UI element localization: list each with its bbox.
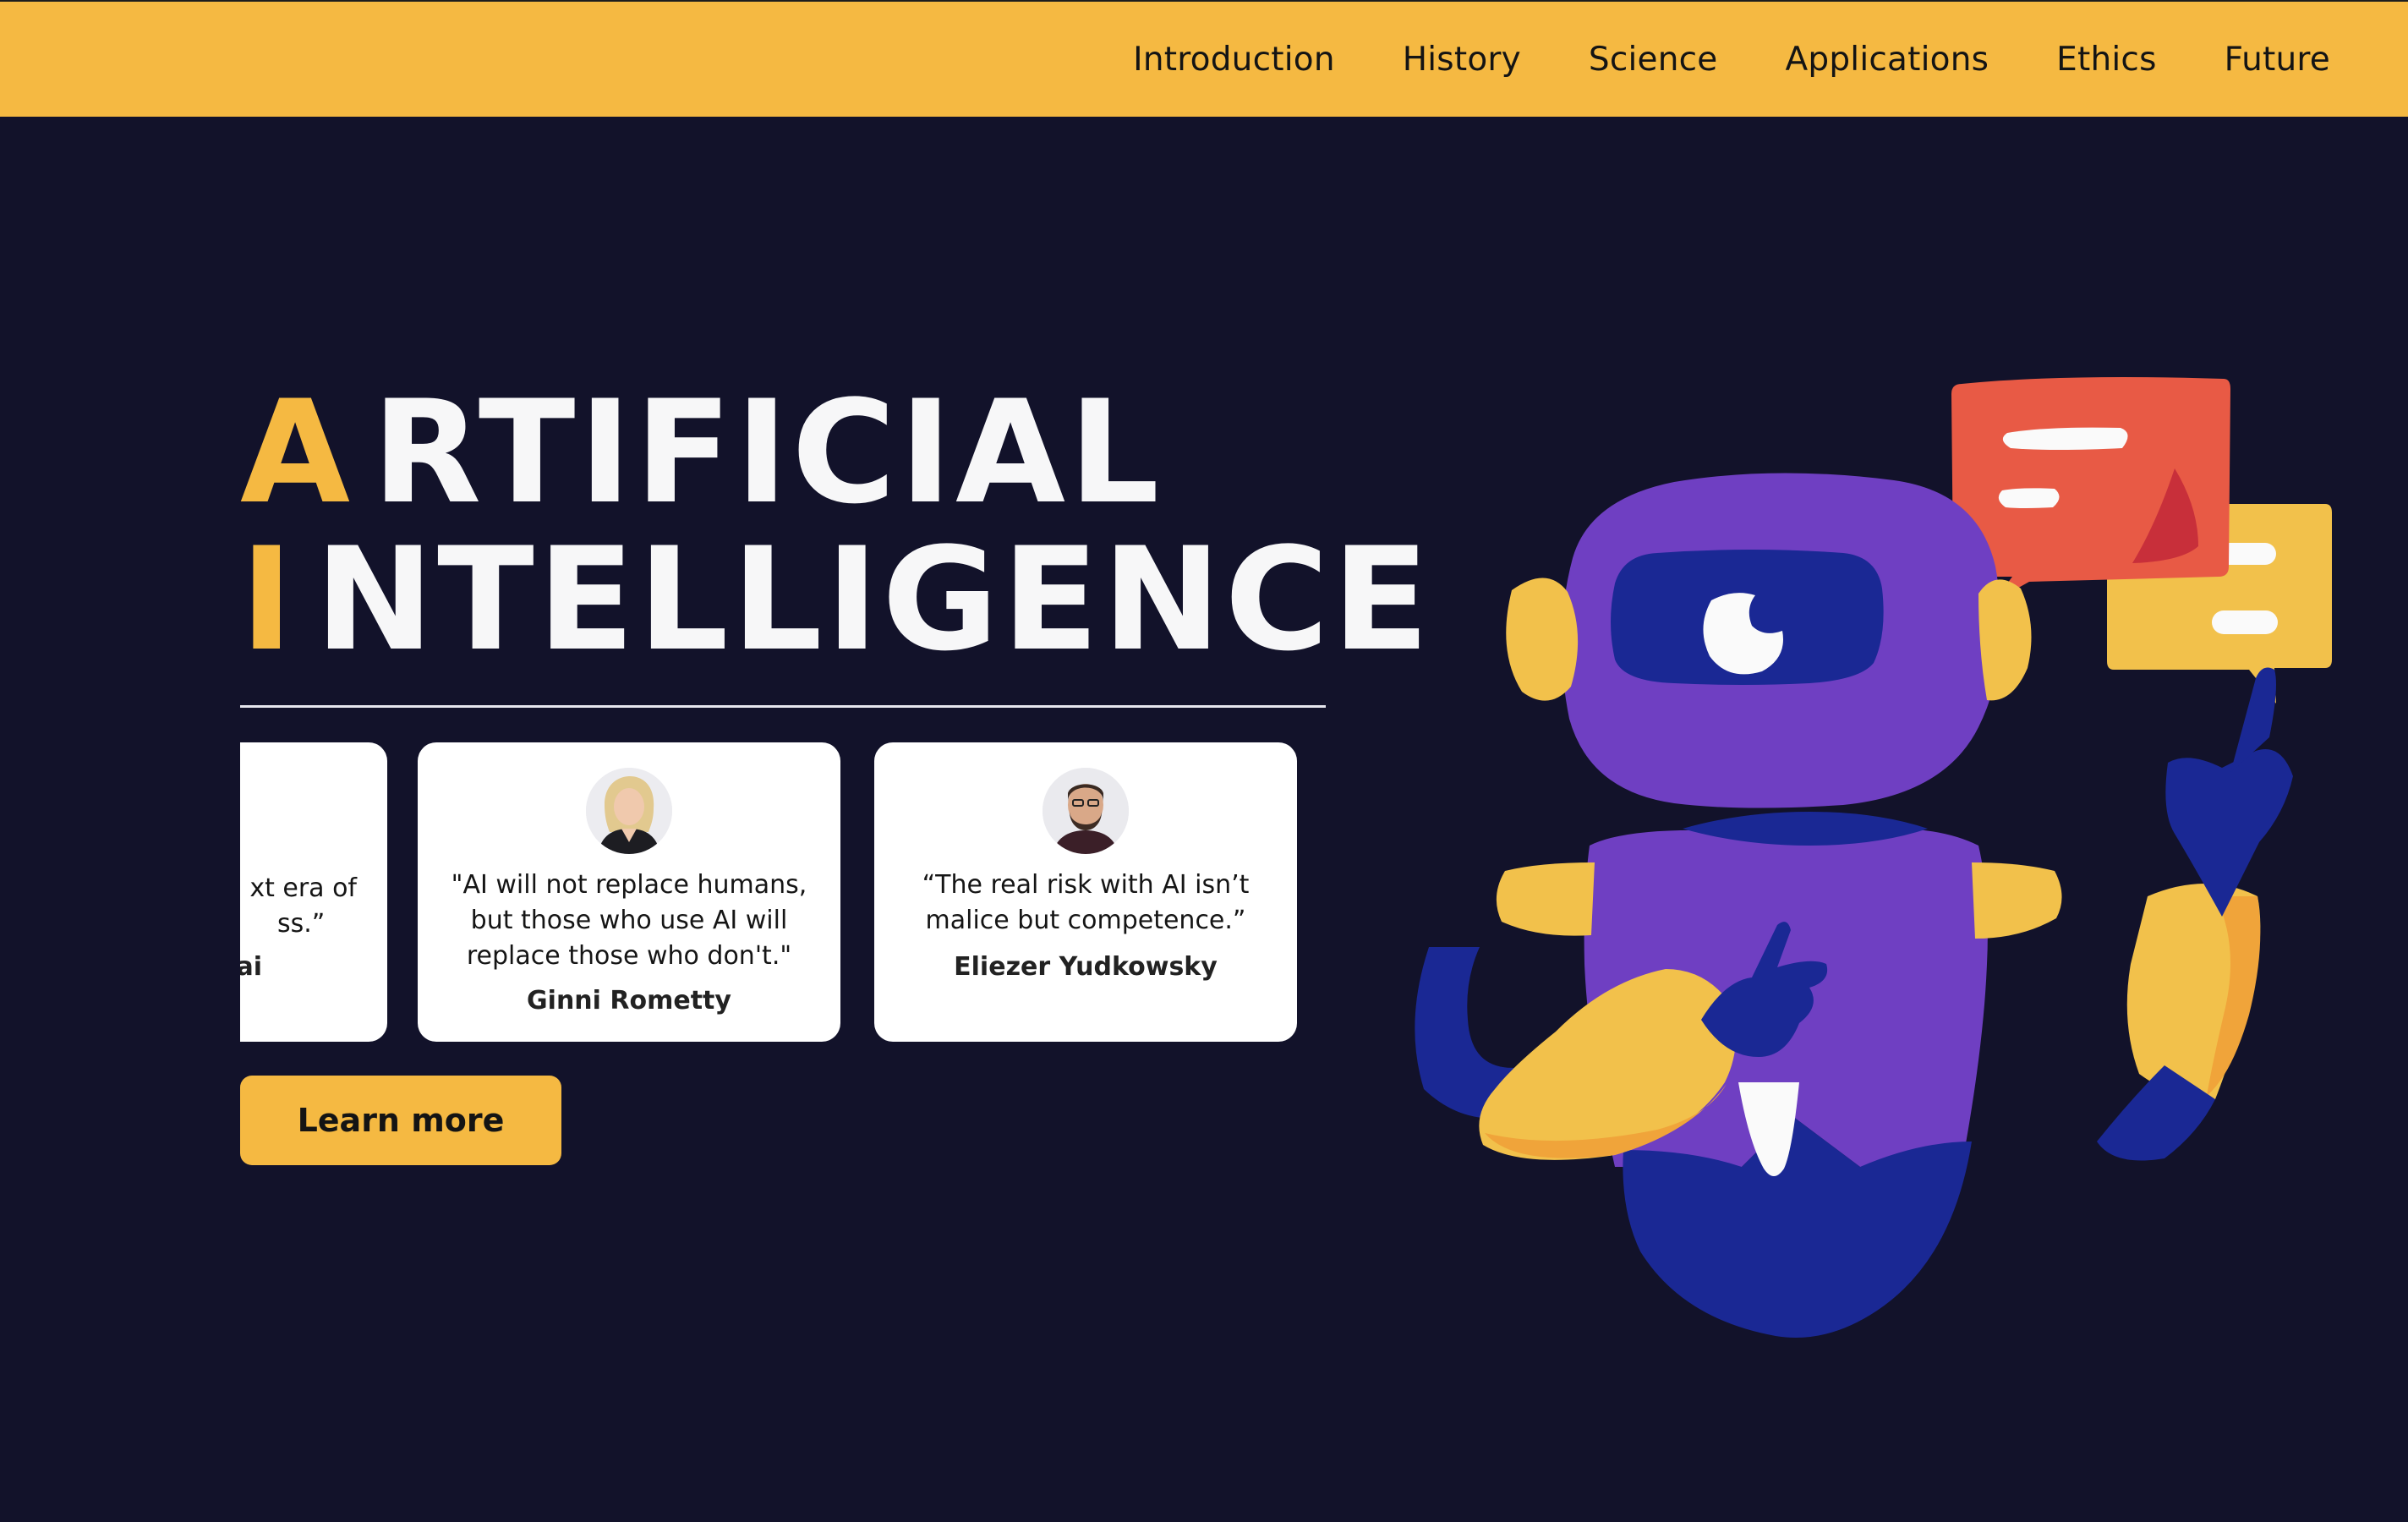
quote-author-rometty: Ginni Rometty (527, 986, 731, 1016)
title-initial-i: I (240, 517, 297, 682)
avatar-rometty (586, 768, 672, 854)
nav-history[interactable]: History (1403, 41, 1521, 79)
nav-introduction[interactable]: Introduction (1133, 41, 1335, 79)
main-nav: Introduction History Science Application… (1133, 2, 2330, 117)
title-divider (240, 705, 1326, 708)
nav-science[interactable]: Science (1589, 41, 1718, 79)
learn-more-button[interactable]: Learn more (240, 1076, 561, 1165)
quote-card-rometty: "AI will not replace humans, but those w… (418, 742, 840, 1042)
hero-title-line-1: A RTIFICIAL (240, 379, 1432, 526)
quote-partial-line-1: xt era of (249, 873, 357, 903)
quote-author-partial: ai (240, 952, 262, 982)
avatar-yudkowsky-image (1043, 768, 1129, 854)
hero-title: A RTIFICIAL I NTELLIGENCE (240, 379, 1432, 673)
nav-future[interactable]: Future (2225, 41, 2330, 79)
avatar-yudkowsky (1043, 768, 1129, 854)
title-rest-2: NTELLIGENCE (315, 517, 1433, 682)
nav-ethics[interactable]: Ethics (2056, 41, 2156, 79)
quote-text-yudkowsky: “The real risk with AI isn’t malice but … (922, 870, 1250, 935)
quote-text-rometty: "AI will not replace humans, but those w… (451, 870, 807, 971)
hero-title-line-2: I NTELLIGENCE (240, 526, 1432, 673)
quote-partial-line-2: ss.” (277, 909, 326, 939)
quote-author-yudkowsky: Eliezer Yudkowsky (954, 952, 1218, 982)
top-navbar: Introduction History Science Application… (0, 0, 2408, 117)
robot-illustration (1415, 377, 2332, 1338)
title-rest-1: RTIFICIAL (372, 370, 1163, 535)
nav-applications[interactable]: Applications (1786, 41, 1989, 79)
avatar-rometty-image (586, 768, 672, 854)
quote-text-partial: xt era of ss.” (240, 871, 357, 942)
title-initial-a: A (240, 370, 354, 535)
quote-card-yudkowsky: “The real risk with AI isn’t malice but … (874, 742, 1297, 1042)
quote-card-partial: xt era of ss.” ai (240, 742, 387, 1042)
quotes-carousel[interactable]: xt era of ss.” ai "AI will not replace h… (240, 741, 1322, 1045)
